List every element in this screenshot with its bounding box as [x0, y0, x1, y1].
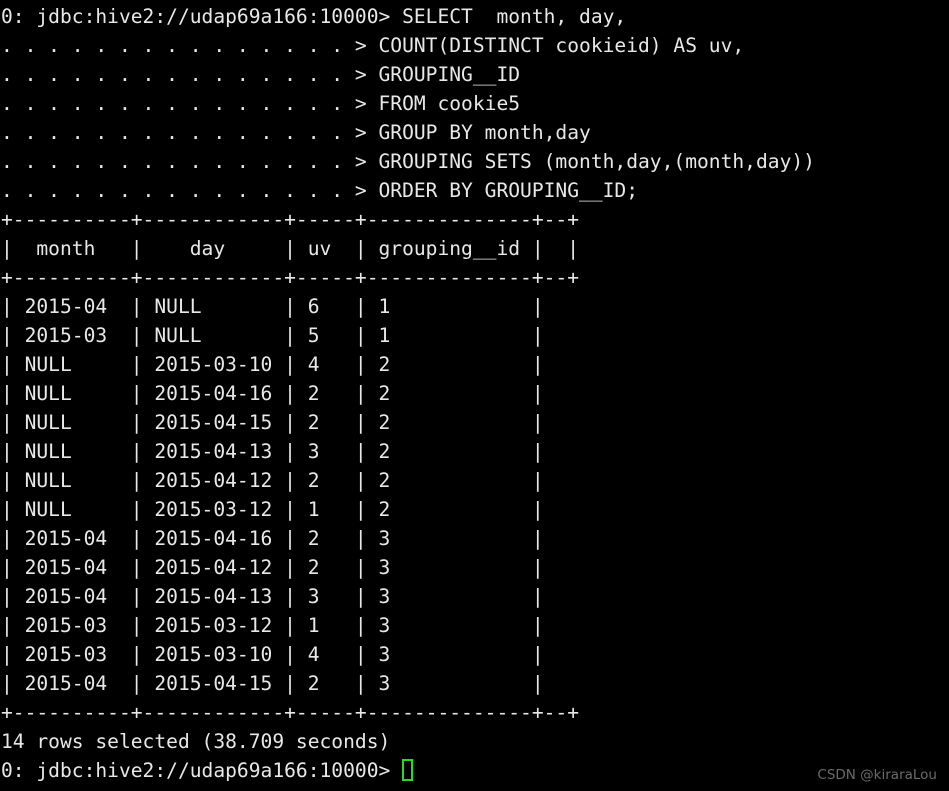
continuation-line-6: . . . . . . . . . . . . . . . > ORDER BY…: [1, 179, 639, 202]
continuation-line-1: . . . . . . . . . . . . . . . > COUNT(DI…: [1, 34, 745, 57]
continuation-line-2: . . . . . . . . . . . . . . . > GROUPING…: [1, 63, 521, 86]
table-row: | 2015-04 | 2015-04-16 | 2 | 3 |: [1, 527, 544, 550]
table-row: | 2015-03 | 2015-03-10 | 4 | 3 |: [1, 643, 544, 666]
table-row: | NULL | 2015-04-13 | 3 | 2 |: [1, 440, 544, 463]
status-summary: 14 rows selected (38.709 seconds): [1, 730, 391, 753]
prompt-line-active[interactable]: 0: jdbc:hive2://udap69a166:10000>: [0, 756, 949, 785]
table-row: | NULL | 2015-04-12 | 2 | 2 |: [1, 469, 544, 492]
table-row: | NULL | 2015-03-10 | 4 | 2 |: [1, 353, 544, 376]
terminal-window[interactable]: 0: jdbc:hive2://udap69a166:10000> SELECT…: [0, 0, 949, 791]
continuation-line-5: . . . . . . . . . . . . . . . > GROUPING…: [1, 150, 815, 173]
table-row: | 2015-04 | 2015-04-13 | 3 | 3 |: [1, 585, 544, 608]
table-border-header: +----------+------------+-----+---------…: [1, 266, 580, 289]
table-row: | 2015-04 | 2015-04-12 | 2 | 3 |: [1, 556, 544, 579]
table-row: | NULL | 2015-03-12 | 1 | 2 |: [1, 498, 544, 521]
continuation-line-3: . . . . . . . . . . . . . . . > FROM coo…: [1, 92, 521, 115]
table-row: | NULL | 2015-04-15 | 2 | 2 |: [1, 411, 544, 434]
watermark: CSDN @kiraraLou: [817, 767, 937, 783]
continuation-line-4: . . . . . . . . . . . . . . . > GROUP BY…: [1, 121, 591, 144]
table-row: | 2015-04 | NULL | 6 | 1 |: [1, 295, 544, 318]
table-header-row: | month | day | uv | grouping__id | |: [1, 237, 580, 260]
prompt-line-query-start: 0: jdbc:hive2://udap69a166:10000> SELECT…: [1, 5, 627, 28]
table-row: | 2015-03 | 2015-03-12 | 1 | 3 |: [1, 614, 544, 637]
prompt-text: 0: jdbc:hive2://udap69a166:10000>: [1, 759, 403, 782]
table-row: | NULL | 2015-04-16 | 2 | 2 |: [1, 382, 544, 405]
text-cursor[interactable]: [402, 759, 414, 781]
table-border-top: +----------+------------+-----+---------…: [1, 208, 580, 231]
table-border-bottom: +----------+------------+-----+---------…: [1, 701, 580, 724]
table-row: | 2015-03 | NULL | 5 | 1 |: [1, 324, 544, 347]
table-row: | 2015-04 | 2015-04-15 | 2 | 3 |: [1, 672, 544, 695]
